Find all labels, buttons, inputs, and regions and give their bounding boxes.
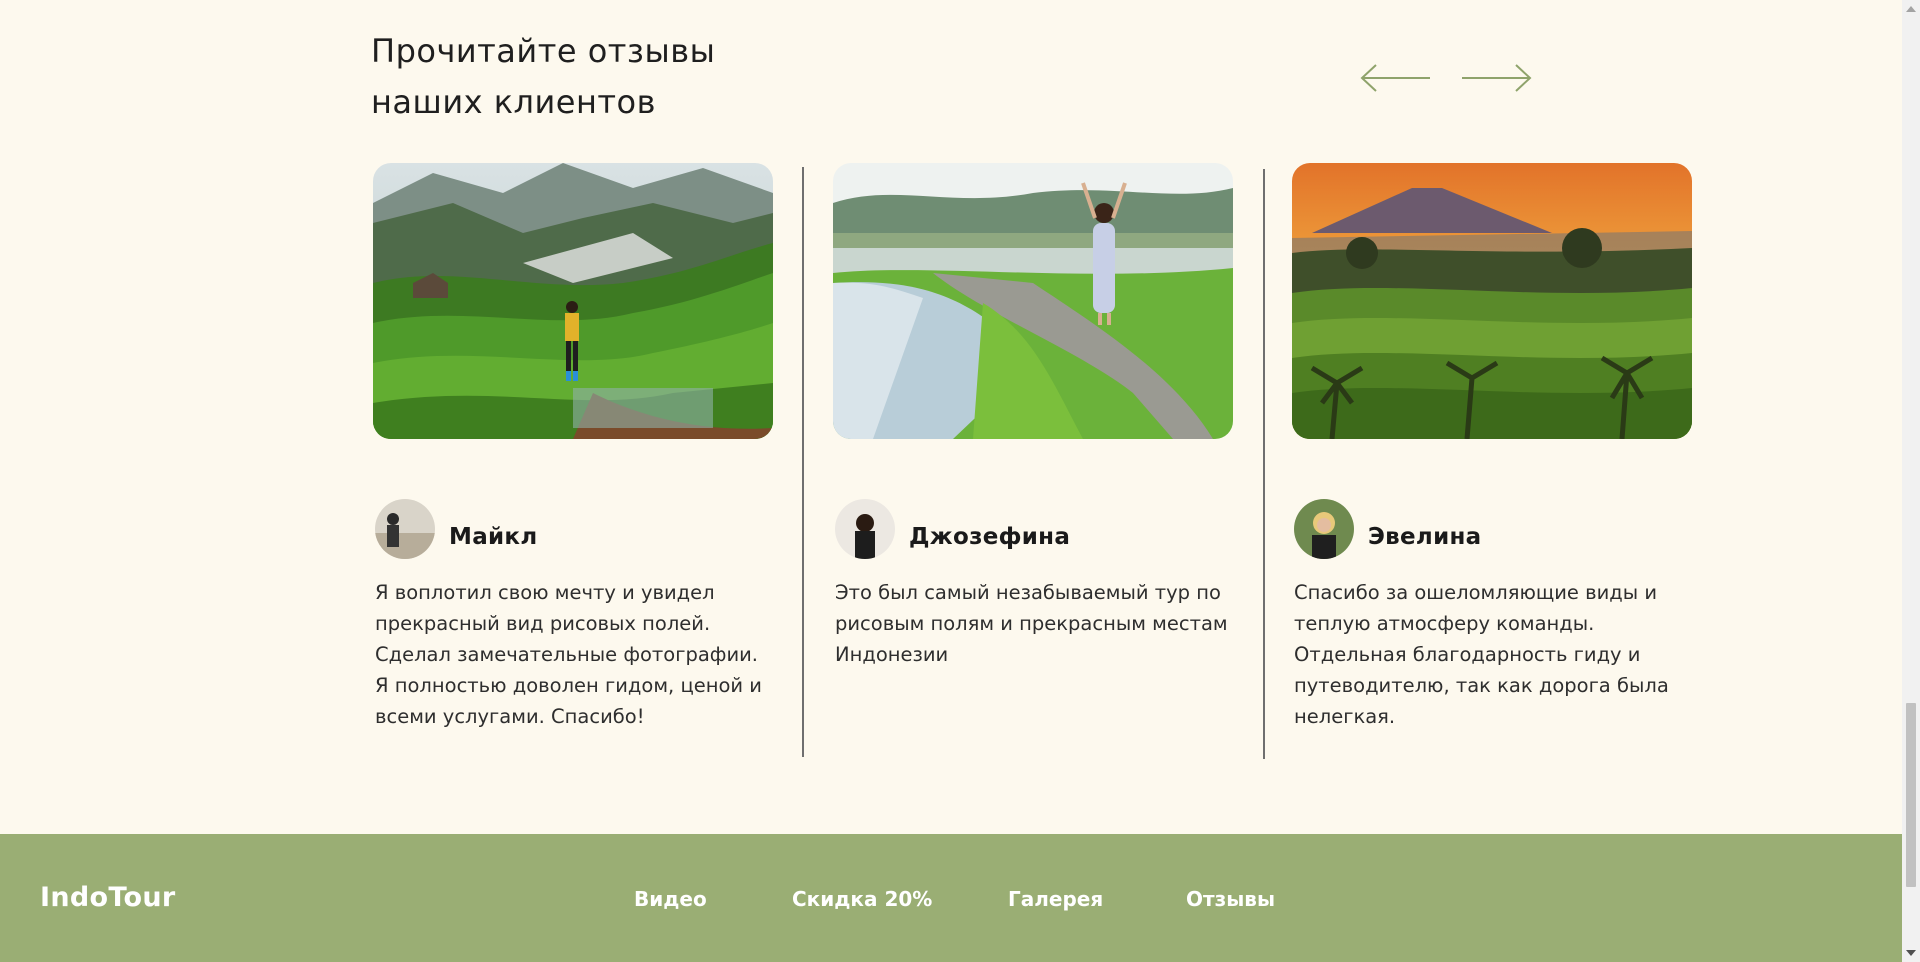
review-text: Я воплотил свою мечту и увидел прекрасны… (375, 581, 762, 728)
review-card-michael: Майкл Я воплотил свою мечту и увидел пре… (373, 163, 773, 728)
reviews-heading-line2: наших клиентов (371, 83, 656, 121)
review-card-evelina: Эвелина Спасибо за ошеломляющие виды и т… (1292, 163, 1692, 728)
author-name: Джозефина (909, 524, 1071, 550)
rice-field-woman-jumping-photo (833, 163, 1233, 439)
footer-nav-video[interactable]: Видео (634, 887, 707, 911)
card-divider (1263, 169, 1265, 759)
carousel-prev-button[interactable] (1360, 62, 1432, 94)
review-author-evelina: Эвелина (1294, 499, 1482, 559)
review-author-michael: Майкл (375, 499, 537, 559)
scroll-up-icon[interactable] (1906, 6, 1916, 12)
carousel-next-button[interactable] (1460, 62, 1532, 94)
review-card-josephine: Джозефина Это был самый незабываемый тур… (833, 163, 1233, 666)
reviews-heading-line1: Прочитайте отзывы (371, 32, 716, 70)
review-text: Это был самый незабываемый тур по рисовы… (835, 581, 1228, 666)
arrow-left-icon (1360, 64, 1430, 92)
review-text: Спасибо за ошеломляющие виды и теплую ат… (1294, 581, 1669, 728)
scrollbar-thumb[interactable] (1906, 703, 1916, 887)
footer-logo[interactable]: IndoTour (40, 882, 175, 913)
card-divider (802, 167, 804, 757)
review-author-josephine: Джозефина (835, 499, 1070, 559)
page-scrollbar[interactable] (1902, 0, 1920, 962)
footer-nav-discount[interactable]: Скидка 20% (792, 887, 932, 911)
author-name: Майкл (449, 524, 538, 550)
footer-nav-reviews[interactable]: Отзывы (1186, 887, 1275, 911)
josephine-avatar (835, 499, 895, 559)
footer-nav-gallery[interactable]: Галерея (1008, 887, 1103, 911)
sunset-volcano-terraces-photo (1292, 163, 1692, 439)
reviews-heading: Прочитайте отзывы наших клиентов (371, 26, 715, 128)
author-name: Эвелина (1368, 524, 1482, 550)
evelina-avatar (1294, 499, 1354, 559)
michael-avatar (375, 499, 435, 559)
arrow-right-icon (1462, 64, 1532, 92)
reviews-section: Прочитайте отзывы наших клиентов Майкл Я… (0, 0, 1902, 833)
scroll-down-icon[interactable] (1906, 950, 1916, 956)
site-footer: IndoTour Видео Скидка 20% Галерея Отзывы (0, 834, 1902, 962)
rice-terraces-traveler-photo (373, 163, 773, 439)
